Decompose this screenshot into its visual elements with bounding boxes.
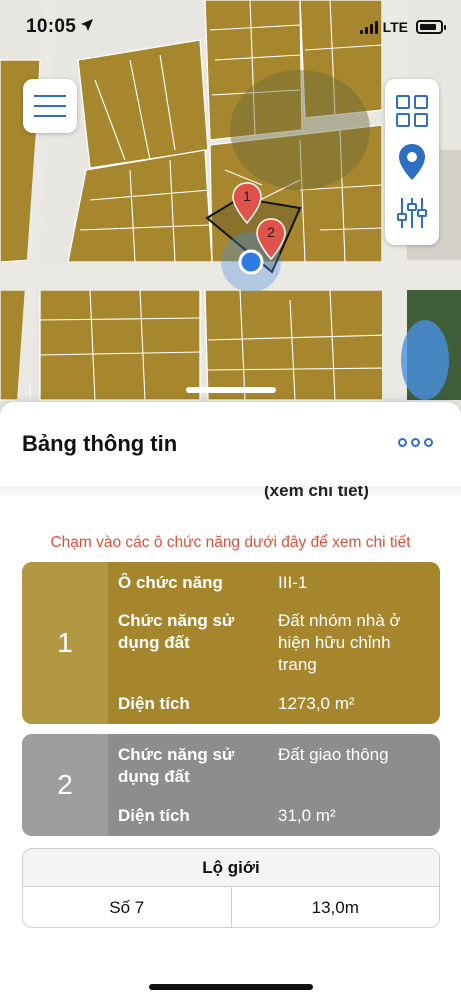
row-value: Đất giao thông — [278, 745, 389, 764]
menu-button[interactable] — [23, 79, 77, 133]
hint-text: Chạm vào các ô chức năng dưới đây để xem… — [50, 534, 411, 551]
my-location-button[interactable] — [390, 140, 434, 184]
card-row: Diện tích 1273,0 m² — [118, 693, 432, 715]
sheet-title: Bảng thông tin — [22, 431, 178, 456]
road-width-cell: 13,0m — [230, 887, 440, 927]
card-row: Diện tích 31,0 m² — [118, 805, 432, 827]
sheet-drag-handle[interactable] — [186, 387, 276, 393]
menu-icon — [34, 95, 66, 97]
row-value: 31,0 m² — [278, 806, 336, 825]
filter-button[interactable] — [390, 191, 434, 235]
map-view[interactable]: 1 2 10:05 LTE — [0, 0, 461, 430]
location-pin-icon — [399, 143, 425, 180]
row-key: Ô chức năng — [118, 573, 223, 592]
table-row: Số 7 13,0m — [23, 887, 440, 927]
network-label: LTE — [382, 19, 408, 35]
card-number: 2 — [22, 734, 108, 836]
status-time: 10:05 — [26, 16, 77, 37]
map-marker-2[interactable]: 2 — [256, 218, 286, 261]
row-key: Diện tích — [118, 806, 190, 825]
function-card-1[interactable]: 1 Ô chức năng III-1 Chức năng sử dụng đấ… — [22, 562, 440, 724]
view-detail-text: (xem chi tiết) — [264, 486, 369, 500]
row-key: Chức năng sử dụng đất — [118, 611, 235, 652]
view-detail-link[interactable]: (xem chi tiết) — [264, 486, 414, 506]
map-marker-label: 1 — [243, 188, 251, 204]
road-width-header: Lộ giới — [23, 849, 439, 887]
menu-icon — [34, 115, 66, 117]
row-value: III-1 — [278, 573, 308, 592]
row-value: 1273,0 m² — [278, 694, 355, 713]
sliders-icon — [397, 198, 427, 229]
road-name-cell: Số 7 — [109, 897, 145, 917]
row-value: Đất nhóm nhà ở hiện hữu chỉnh trang — [278, 611, 401, 674]
card-number: 1 — [22, 562, 108, 724]
function-card-2[interactable]: 2 Chức năng sử dụng đất Đất giao thông D… — [22, 734, 440, 836]
road-width-table: Lộ giới Số 7 13,0m — [22, 848, 440, 928]
card-body: Chức năng sử dụng đất Đất giao thông Diệ… — [108, 734, 440, 836]
card-row: Chức năng sử dụng đất Đất nhóm nhà ở hiệ… — [118, 610, 432, 676]
more-icon[interactable] — [398, 438, 433, 447]
location-arrow-icon — [81, 19, 93, 31]
map-marker-label: 2 — [267, 224, 275, 240]
card-row: Chức năng sử dụng đất Đất giao thông — [118, 744, 432, 788]
map-tool-panel — [385, 79, 439, 245]
grid-icon — [396, 94, 428, 127]
home-indicator — [149, 984, 313, 990]
row-key: Diện tích — [118, 694, 190, 713]
menu-icon — [34, 105, 66, 107]
battery-icon — [416, 20, 446, 34]
signal-icon — [359, 20, 378, 34]
layers-button[interactable] — [390, 89, 434, 133]
row-key: Chức năng sử dụng đất — [118, 745, 235, 786]
card-row: Ô chức năng III-1 — [118, 572, 432, 594]
card-body: Ô chức năng III-1 Chức năng sử dụng đất … — [108, 562, 440, 724]
info-sheet: Bảng thông tin (xem chi tiết) Chạm vào c… — [0, 402, 461, 1000]
status-bar: 10:05 LTE — [0, 0, 461, 56]
